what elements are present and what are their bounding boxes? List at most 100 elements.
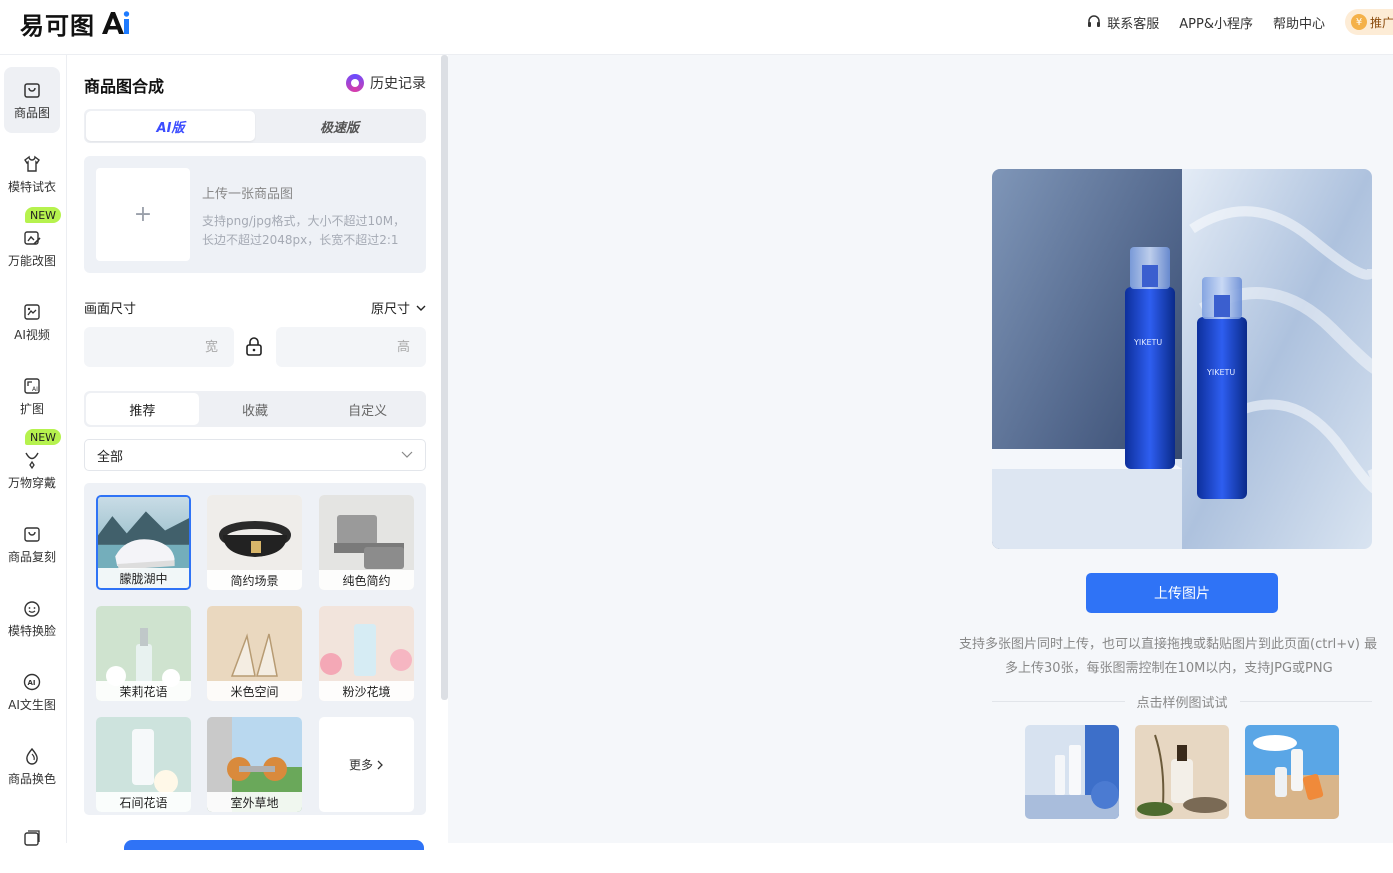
divider-line — [992, 701, 1125, 702]
tab-custom[interactable]: 自定义 — [311, 393, 424, 425]
more-templates-button[interactable]: 更多 — [319, 717, 414, 812]
history-button[interactable]: 历史记录 — [346, 73, 426, 93]
sample-image-3[interactable] — [1245, 725, 1339, 819]
width-input[interactable] — [84, 327, 234, 367]
panel-title: 商品图合成 — [84, 77, 165, 96]
history-label: 历史记录 — [370, 76, 426, 92]
app-miniprogram-link[interactable]: APP&小程序 — [1179, 13, 1253, 32]
template-label: 茉莉花语 — [96, 681, 191, 701]
gallery-icon — [24, 830, 40, 846]
nav-label: AI文生图 — [8, 697, 56, 712]
necklace-icon — [25, 452, 39, 469]
shirt-icon — [24, 155, 40, 172]
template-label: 粉沙花境 — [319, 681, 414, 701]
category-value: 全部 — [97, 449, 124, 465]
header-links: 联系客服 APP&小程序 帮助中心 ¥ 推广 — [1086, 0, 1393, 44]
plus-icon[interactable]: + — [96, 168, 190, 261]
nav-item-ai-video[interactable]: AI视频 — [4, 289, 60, 355]
contact-service-label: 联系客服 — [1107, 16, 1160, 32]
nav-label: 商品复刻 — [7, 549, 56, 564]
nav-label: 万物穿戴 — [7, 475, 56, 490]
nav-item-ai-text-to-image[interactable]: AI AI文生图 — [4, 659, 60, 725]
coin-icon: ¥ — [1351, 14, 1367, 30]
upload-tip-line1: 支持多张图片同时上传，也可以直接拖拽或黏贴图片到此页面(ctrl+v) 最 — [959, 637, 1378, 652]
bag-icon — [24, 82, 40, 98]
nav-item-face-swap[interactable]: 模特换脸 — [4, 585, 60, 651]
upload-tip-line2: 多上传30张，每张图需控制在10M以内，支持JPG或PNG — [1005, 661, 1333, 676]
logo[interactable]: 易可图 — [20, 8, 131, 40]
upload-desc: 支持png/jpg格式，大小不超过10M，长边不超过2048px，长宽不超过2:… — [202, 214, 406, 247]
drop-icon — [26, 747, 38, 765]
face-icon — [24, 600, 40, 617]
tab-favorites[interactable]: 收藏 — [199, 393, 312, 425]
size-dropdown[interactable]: 原尺寸 — [371, 298, 426, 317]
template-misty-lake[interactable]: 朦胧湖中 — [96, 495, 191, 590]
template-outdoor-grass[interactable]: 室外草地 — [207, 717, 302, 812]
nav-item-product-image[interactable]: 商品图 — [4, 67, 60, 133]
edit-image-icon — [24, 230, 41, 245]
template-beige-space[interactable]: 米色空间 — [207, 606, 302, 701]
template-jasmine[interactable]: 茉莉花语 — [96, 606, 191, 701]
main-area: YIKETU YIKETU 上传图片 支持多张图片同时上传，也可以直接拖拽或黏贴… — [448, 55, 1393, 843]
nav-label: 模特试衣 — [7, 179, 56, 194]
template-solid-simple[interactable]: 纯色简约 — [319, 495, 414, 590]
left-nav: 商品图 模特试衣 NEW 万能改图 AI视频 AI 扩图 NEW 万物穿戴 商品… — [0, 55, 67, 846]
sample-image-1[interactable] — [1025, 725, 1119, 819]
upload-title: 上传一张商品图 — [202, 187, 294, 202]
generate-button[interactable] — [124, 840, 424, 850]
template-tabs: 推荐 收藏 自定义 — [84, 391, 426, 427]
height-input[interactable] — [276, 327, 426, 367]
promo-label: 推广 — [1370, 15, 1393, 30]
ai-text-icon: AI — [23, 673, 41, 690]
lock-icon[interactable] — [245, 337, 263, 357]
sample-image-2[interactable] — [1135, 725, 1229, 819]
more-label: 更多 — [348, 758, 373, 772]
app-miniprogram-label: APP&小程序 — [1179, 16, 1253, 32]
nav-item-model-tryon[interactable]: 模特试衣 — [4, 141, 60, 207]
promo-button[interactable]: ¥ 推广 — [1345, 9, 1393, 35]
canvas-size-label: 画面尺寸 — [84, 302, 137, 317]
template-grid: 朦胧湖中 简约场景 纯色简约 茉莉花语 米色空间 粉沙花境 石间花语 室外草地 … — [84, 483, 426, 815]
contact-service-link[interactable]: 联系客服 — [1086, 13, 1159, 32]
template-label: 简约场景 — [207, 570, 302, 590]
template-label: 纯色简约 — [319, 570, 414, 590]
tab-recommended[interactable]: 推荐 — [86, 393, 199, 425]
nav-item-universal-edit[interactable]: 万能改图 — [4, 215, 60, 281]
nav-label: AI视频 — [14, 327, 50, 342]
nav-label: 商品图 — [13, 105, 50, 120]
nav-item-wear-anything[interactable]: 万物穿戴 — [4, 437, 60, 503]
panel-scrollbar[interactable] — [441, 55, 448, 700]
template-label: 石间花语 — [96, 792, 191, 812]
nav-label: 商品换色 — [7, 771, 56, 786]
nav-item-product-replica[interactable]: 商品复刻 — [4, 511, 60, 577]
svg-text:AI: AI — [28, 679, 36, 687]
tab-ai-mode[interactable]: AI版 — [86, 111, 255, 141]
nav-item-more[interactable] — [4, 807, 60, 873]
nav-item-expand[interactable]: AI 扩图 — [4, 363, 60, 429]
tab-fast-mode[interactable]: 极速版 — [255, 111, 424, 141]
video-icon — [24, 303, 40, 320]
help-center-label: 帮助中心 — [1272, 16, 1325, 32]
logo-text: 易可图 — [20, 10, 95, 40]
svg-text:AI: AI — [32, 386, 38, 393]
divider-line — [1239, 701, 1373, 702]
template-simple-scene[interactable]: 简约场景 — [207, 495, 302, 590]
upload-image-button[interactable]: 上传图片 — [1086, 573, 1278, 613]
settings-panel: 商品图合成 历史记录 AI版 极速版 + 上传一张商品图 支持png/jpg格式… — [68, 55, 448, 850]
expand-icon: AI — [24, 377, 40, 394]
nav-label: 万能改图 — [7, 253, 56, 268]
sample-title: 点击样例图试试 — [1136, 696, 1228, 711]
category-select[interactable]: 全部 — [84, 439, 426, 471]
product-upload-area[interactable]: + 上传一张商品图 支持png/jpg格式，大小不超过10M，长边不超过2048… — [84, 156, 426, 273]
chevron-right-icon — [377, 760, 383, 769]
template-stone-flower[interactable]: 石间花语 — [96, 717, 191, 812]
mode-tabs: AI版 极速版 — [84, 109, 426, 143]
logo-ai-icon — [102, 11, 130, 34]
chevron-down-icon — [416, 305, 426, 311]
help-center-link[interactable]: 帮助中心 — [1273, 13, 1325, 32]
nav-item-recolor[interactable]: 商品换色 — [4, 733, 60, 799]
bottle-brand-left: YIKETU — [1133, 338, 1162, 347]
chevron-down-icon — [401, 451, 413, 458]
template-pink-sand[interactable]: 粉沙花境 — [319, 606, 414, 701]
bottle-brand-right: YIKETU — [1206, 368, 1235, 377]
